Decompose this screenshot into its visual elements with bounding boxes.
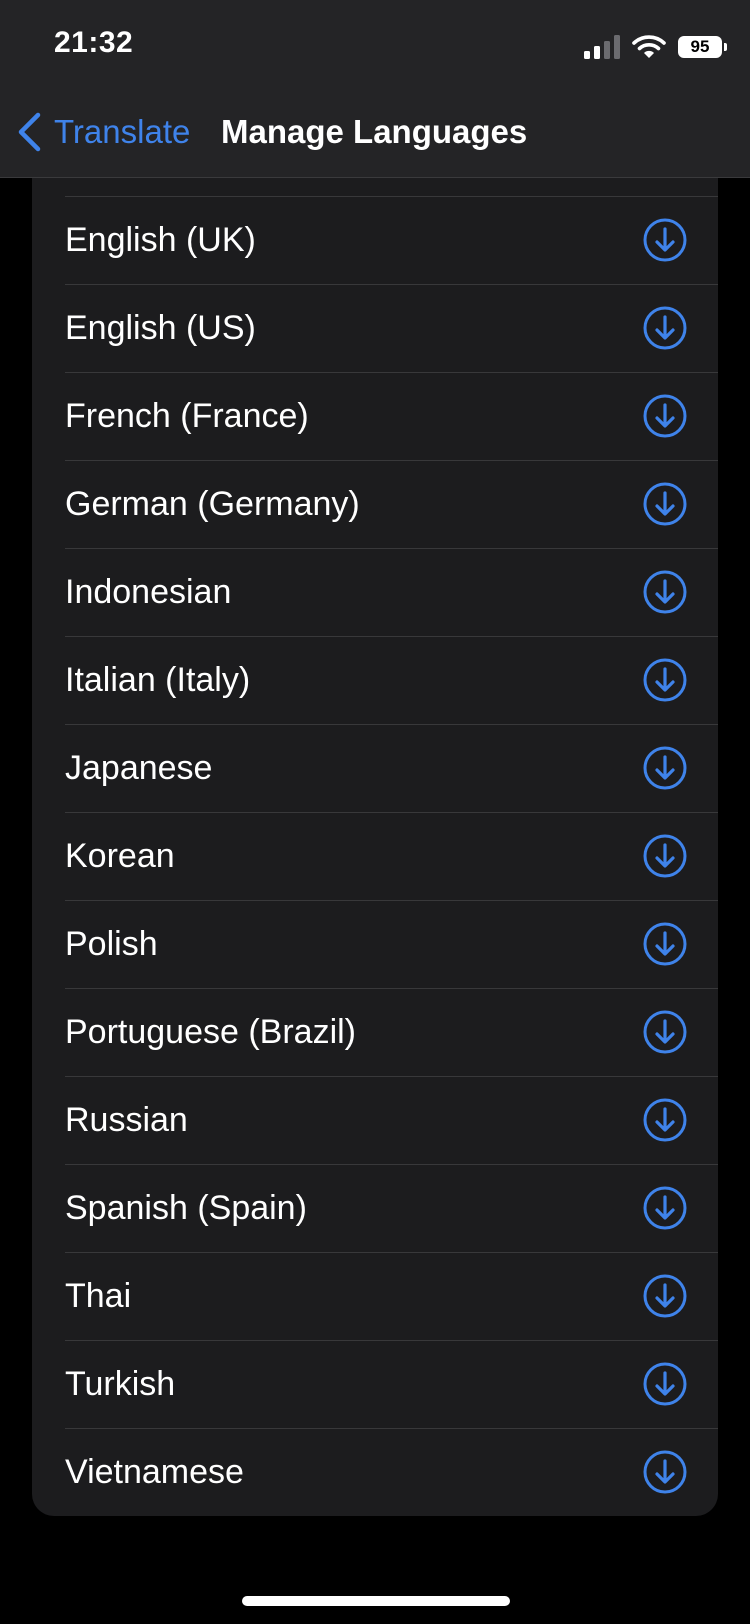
download-icon[interactable] — [642, 1009, 688, 1055]
navigation-header: 21:32 95 Translate Manage Languages — [0, 0, 750, 178]
download-icon[interactable] — [642, 1449, 688, 1495]
battery-level: 95 — [690, 37, 710, 56]
language-label: Korean — [65, 837, 175, 875]
download-icon[interactable] — [642, 657, 688, 703]
download-icon[interactable] — [642, 1185, 688, 1231]
download-icon[interactable] — [642, 305, 688, 351]
battery-icon: 95 — [678, 36, 727, 58]
screen: English (UK) English (US) French (France… — [0, 0, 750, 1624]
list-item[interactable]: French (France) — [32, 372, 718, 460]
download-icon[interactable] — [642, 481, 688, 527]
list-item[interactable]: Korean — [32, 812, 718, 900]
list-item[interactable]: Portuguese (Brazil) — [32, 988, 718, 1076]
back-button[interactable]: Translate — [16, 108, 190, 156]
list-item[interactable]: Russian — [32, 1076, 718, 1164]
divider — [65, 1252, 718, 1253]
chevron-left-icon — [18, 112, 41, 152]
language-label: Turkish — [65, 1365, 176, 1403]
language-label: English (US) — [65, 309, 256, 347]
status-time: 21:32 — [54, 26, 134, 59]
language-label: English (UK) — [65, 221, 256, 259]
cellular-signal-icon — [584, 35, 620, 59]
language-label: Thai — [65, 1277, 132, 1315]
list-item[interactable]: Polish — [32, 900, 718, 988]
language-label: Russian — [65, 1101, 188, 1139]
language-label: Vietnamese — [65, 1453, 244, 1491]
download-icon[interactable] — [642, 1361, 688, 1407]
home-indicator[interactable] — [242, 1596, 510, 1606]
status-indicators: 95 — [584, 32, 727, 62]
list-item[interactable]: Thai — [32, 1252, 718, 1340]
list-item[interactable]: German (Germany) — [32, 460, 718, 548]
language-label: Indonesian — [65, 573, 232, 611]
battery-cap — [724, 43, 727, 51]
page-title: Manage Languages — [221, 113, 528, 150]
download-icon[interactable] — [642, 569, 688, 615]
language-label: German (Germany) — [65, 485, 360, 523]
list-item[interactable]: Vietnamese — [32, 1428, 718, 1516]
list-item[interactable]: Turkish — [32, 1340, 718, 1428]
languages-list: English (UK) English (US) French (France… — [32, 110, 718, 1516]
list-item[interactable]: Spanish (Spain) — [32, 1164, 718, 1252]
download-icon[interactable] — [642, 1097, 688, 1143]
language-label: Portuguese (Brazil) — [65, 1013, 357, 1051]
download-icon[interactable] — [642, 921, 688, 967]
list-item[interactable]: Indonesian — [32, 548, 718, 636]
list-item[interactable]: English (US) — [32, 284, 718, 372]
language-label: Spanish (Spain) — [65, 1189, 307, 1227]
download-icon[interactable] — [642, 745, 688, 791]
list-item[interactable]: English (UK) — [32, 196, 718, 284]
back-button-label: Translate — [54, 113, 191, 150]
download-icon[interactable] — [642, 393, 688, 439]
divider — [65, 900, 718, 901]
download-icon[interactable] — [642, 1273, 688, 1319]
list-item[interactable]: Japanese — [32, 724, 718, 812]
download-icon[interactable] — [642, 217, 688, 263]
language-label: Japanese — [65, 749, 213, 787]
download-icon[interactable] — [642, 833, 688, 879]
wifi-icon — [632, 35, 666, 58]
language-label: Polish — [65, 925, 158, 963]
language-label: French (France) — [65, 397, 309, 435]
list-item[interactable]: Italian (Italy) — [32, 636, 718, 724]
language-label: Italian (Italy) — [65, 661, 251, 699]
